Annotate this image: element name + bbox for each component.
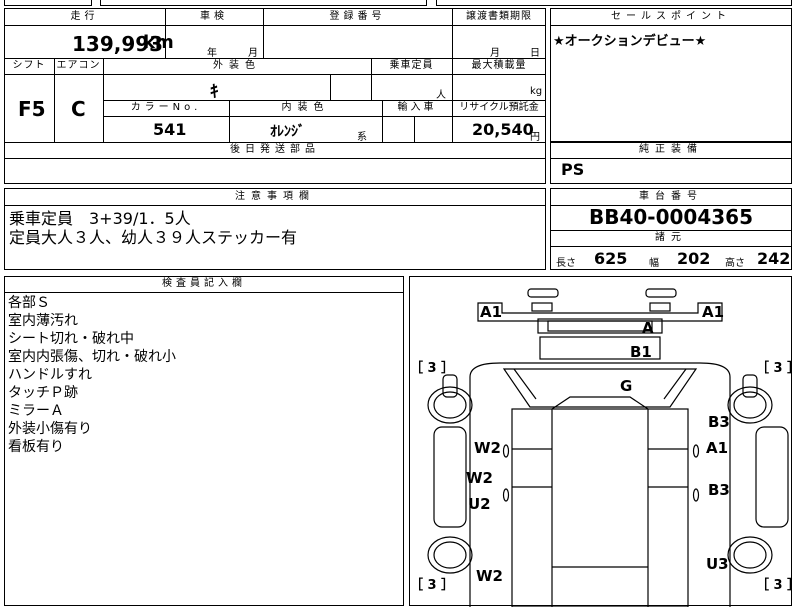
mark-a1-right: A1 [702,303,725,321]
top-strip-cell [100,0,427,6]
width-value: 202 [677,249,711,268]
mark-g: G [620,377,633,395]
interior-color-value: ｵﾚﾝｼﾞ [270,124,305,140]
inspector-line: ミラーＡ [8,403,64,419]
selling-points-label: セールスポイント [611,11,731,22]
registration-label: 登録番号 [329,11,386,22]
interior-color-label: 内装色 [281,102,330,113]
shift-value: F5 [18,97,46,121]
chassis-label: 車台番号 [639,191,703,202]
damage-diagram: A1 A1 A B1 G B3 W2 A1 W2 B3 U2 W2 U3 ［ 3… [409,276,800,607]
recycle-unit: 円 [530,132,540,143]
inspector-line: 室内薄汚れ [8,313,78,329]
inspector-label: 検査員記入欄 [162,278,246,289]
tire-mark-front-right: ［ 3 ］ [756,361,800,376]
inspector-line: 看板有り [8,439,64,455]
height-label: 高さ [725,258,745,269]
length-value: 625 [594,249,628,268]
later-parts-label: 後日発送部品 [230,144,320,155]
tire-mark-front-left: ［ 3 ］ [410,361,455,376]
max-load-label: 最大積載量 [471,60,527,71]
mark-b3-upper: B3 [708,413,730,431]
import-label: 輸入車 [397,102,437,113]
mark-u3: U3 [706,555,729,573]
inspector-line: 各部Ｓ [8,295,50,311]
recycle-value: 20,540 [472,120,534,139]
aircon-label: エアコン [56,60,101,71]
tire-mark-rear-right: ［ 3 ］ [756,578,800,593]
mark-a-center: A [642,319,654,337]
shaken-month-unit: 月 [248,48,258,59]
aircon-value: C [71,97,86,121]
exterior-color-label: 外装色 [213,60,261,71]
mark-b1: B1 [630,343,652,361]
transfer-doc-label: 譲渡書類期限 [466,11,532,22]
inspector-line: タッチＰ跡 [8,385,78,401]
equipment-label: 純正装備 [639,144,703,155]
mileage-unit: km [143,32,174,53]
inspector-line: シート切れ・破れ中 [8,331,134,347]
transfer-month-unit: 月 [490,48,500,59]
color-no-value: 541 [153,120,187,139]
equipment-text: PS [561,160,585,179]
mark-u2: U2 [468,495,491,513]
vehicle-outline [427,288,789,607]
inspector-line: 室内内張傷、切れ・破れ小 [8,349,176,365]
tire-mark-rear-left: ［ 3 ］ [410,578,455,593]
notes-label: 注意事項欄 [235,191,315,202]
width-label: 幅 [649,258,659,269]
max-load-unit: kg [530,86,543,97]
mark-a1-left: A1 [480,303,503,321]
inspector-notes: 各部Ｓ 室内薄汚れシート切れ・破れ中室内内張傷、切れ・破れ小 ハンドルすれ タッチＰ跡… [8,294,176,456]
selling-points-text: ★オークションデビュー★ [553,34,707,49]
chassis-number: BB40-0004365 [588,205,754,229]
shaken-label: 車検 [200,11,228,22]
mark-w2-upper: W2 [474,439,501,457]
top-strip-cell [436,0,792,6]
specs-label: 諸元 [655,232,687,243]
exterior-color-value: ｷ [210,82,219,102]
shift-label: シフト [12,60,46,71]
inspector-line: 外装小傷有り [8,421,92,437]
notes-line-2: 定員大人３人、幼人３９人ステッカー有 [9,228,298,247]
capacity-unit: 人 [436,90,446,101]
length-label: 長さ [556,258,576,269]
mark-w2-mid: W2 [466,469,493,487]
shaken-year-unit: 年 [207,48,217,59]
mark-w2-lower: W2 [476,567,503,585]
capacity-label: 乗車定員 [389,60,434,71]
mark-a1-side: A1 [706,439,729,457]
color-no-label: カラーNo. [130,102,202,113]
interior-color-suffix: 系 [357,132,367,143]
top-strip-cell [4,0,92,6]
transfer-day-unit: 日 [530,48,540,59]
mark-b3-mid: B3 [708,481,730,499]
notes-line-1: 乗車定員 3+39/1．5人 [9,209,191,228]
height-value: 242 [757,249,791,268]
mileage-label: 走行 [70,11,99,22]
inspector-line: ハンドルすれ [8,367,92,383]
recycle-label: リサイクル預託金 [459,102,539,113]
